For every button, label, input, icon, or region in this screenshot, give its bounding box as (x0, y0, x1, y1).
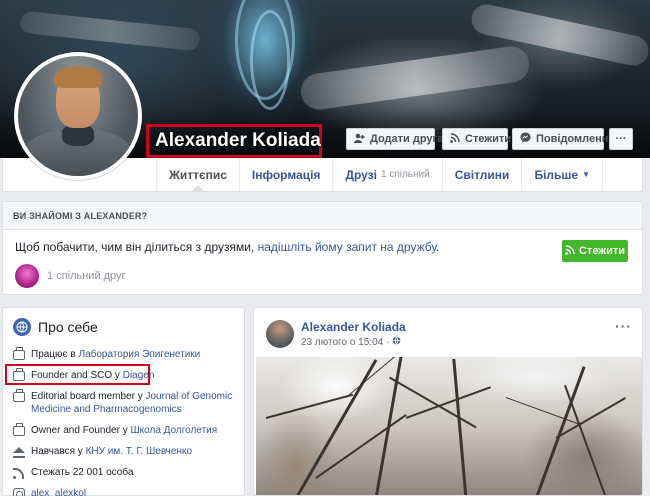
about-item-text: Owner and Founder у (31, 425, 131, 436)
graduation-cap-icon (13, 446, 25, 458)
messenger-icon (520, 132, 531, 146)
about-item-text: Editorial board member у (31, 391, 146, 402)
tab-more[interactable]: Більше ▼ (521, 158, 603, 191)
chevron-down-icon: ▼ (582, 170, 590, 179)
post-author-avatar[interactable] (266, 320, 294, 348)
tab-friends[interactable]: Друзі 1 спільний (332, 158, 441, 191)
tab-friends-label: Друзі (345, 167, 377, 182)
follow-label: Стежити (465, 133, 512, 145)
about-item-instagram: alex_alexkol (13, 487, 241, 496)
tab-photos[interactable]: Світлини (441, 158, 522, 191)
avatar (18, 56, 138, 176)
followers-count: Стежать 22 001 особа (31, 467, 134, 478)
add-friend-label: Додати друга (370, 133, 444, 145)
globe-icon (392, 336, 401, 348)
message-label: Повідомлення (536, 133, 615, 145)
send-friend-request-link[interactable]: надішліть йому запит на дружбу (258, 240, 437, 254)
globe-icon (13, 318, 31, 336)
profile-picture[interactable] (14, 52, 142, 180)
briefcase-icon (13, 347, 25, 360)
about-item-work-lab: Працює в Лаборатория Эпигенетики (13, 347, 241, 361)
post-timestamp[interactable]: 23 лютого о 15:04 · (301, 336, 401, 348)
profile-name[interactable]: Alexander Koliada (155, 130, 321, 152)
mutual-friend[interactable]: 1 спільний друг (15, 264, 126, 288)
post-author-name[interactable]: Alexander Koliada (301, 320, 406, 334)
about-item-link[interactable]: Школа Долголетия (131, 425, 218, 436)
briefcase-icon (13, 389, 25, 402)
do-you-know-card: ВИ ЗНАЙОМІ З ALEXANDER? Щоб побачити, чи… (2, 201, 643, 295)
follow-green-button[interactable]: Стежити (562, 240, 628, 262)
about-item-work-journal: Editorial board member у Journal of Geno… (13, 389, 241, 416)
about-title: Про себе (13, 318, 98, 336)
tab-photos-label: Світлини (454, 167, 510, 182)
more-options-button[interactable]: ··· (609, 128, 633, 150)
profile-name-highlight: Alexander Koliada (146, 124, 322, 158)
about-item-work-school: Owner and Founder у Школа Долголетия (13, 423, 241, 437)
tab-about-label: Інформація (251, 167, 321, 182)
about-item-text: Працює в (31, 349, 79, 360)
founder-highlight-box (5, 364, 150, 385)
tab-more-label: Більше (534, 167, 579, 182)
about-item-text: Навчався у (31, 446, 86, 457)
prompt-text: Щоб побачити, чим він ділиться з друзями… (15, 240, 258, 254)
post-card: Alexander Koliada 23 лютого о 15:04 · ··… (253, 307, 643, 496)
rss-icon (450, 132, 460, 146)
tab-timeline[interactable]: Життєпис (156, 158, 239, 191)
add-friend-icon (354, 133, 365, 146)
tab-timeline-label: Життєпис (169, 167, 227, 182)
post-photo[interactable] (256, 357, 642, 495)
about-item-link[interactable]: КНУ им. Т. Г. Шевченко (86, 446, 192, 457)
post-date-text: 23 лютого о 15:04 · (301, 336, 390, 348)
add-friend-button[interactable]: Додати друга (346, 128, 443, 150)
instagram-icon (13, 488, 25, 496)
rss-icon (565, 244, 575, 258)
briefcase-icon (13, 423, 25, 436)
friend-request-prompt: Щоб побачити, чим він ділиться з друзями… (15, 240, 440, 254)
follow-green-label: Стежити (578, 245, 625, 257)
message-button[interactable]: Повідомлення (512, 128, 615, 150)
about-item-education: Навчався у КНУ им. Т. Г. Шевченко (13, 445, 241, 458)
mutual-friend-avatar[interactable] (15, 264, 39, 288)
mutual-friend-label[interactable]: 1 спільний друг (47, 270, 126, 282)
post-options-button[interactable]: ··· (615, 318, 632, 334)
rss-icon (13, 467, 25, 479)
about-item-link[interactable]: Лаборатория Эпигенетики (79, 349, 201, 360)
tab-about[interactable]: Інформація (238, 158, 333, 191)
more-dots-icon: ··· (615, 133, 627, 145)
mutual-friends-count: 1 спільний (380, 169, 430, 180)
follow-button[interactable]: Стежити (442, 128, 512, 150)
prompt-period: . (436, 240, 440, 254)
do-you-know-heading: ВИ ЗНАЙОМІ З ALEXANDER? (3, 202, 642, 230)
instagram-link[interactable]: alex_alexkol (31, 487, 86, 496)
about-item-followers: Стежать 22 001 особа (13, 466, 241, 479)
about-card: Про себе Працює в Лаборатория Эпигенетик… (2, 307, 245, 496)
about-title-label: Про себе (38, 319, 98, 335)
